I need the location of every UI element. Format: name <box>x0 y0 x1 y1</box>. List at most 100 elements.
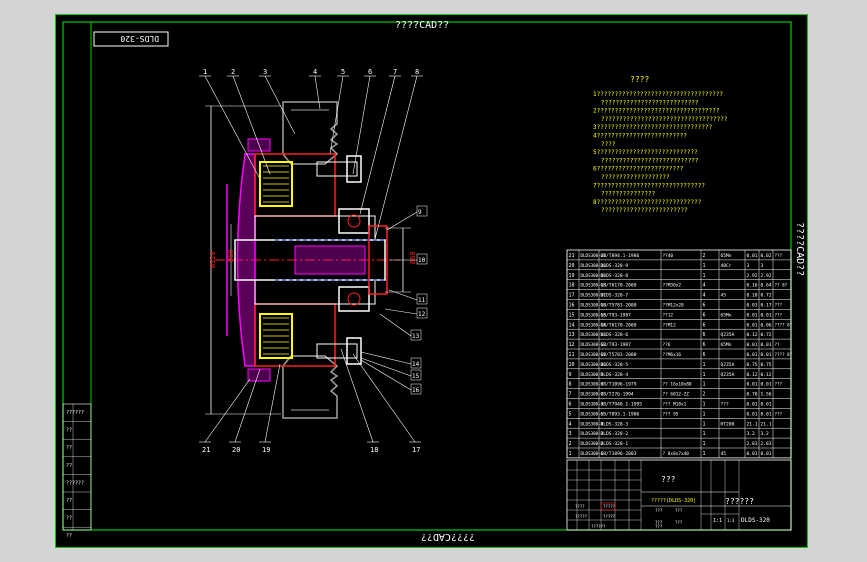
nut-lower <box>346 337 362 365</box>
bom-cell: 13 <box>569 332 575 338</box>
company: ?????? <box>725 497 754 506</box>
bom-cell: 0.17 <box>761 303 772 309</box>
bom-cell: 1 <box>703 421 706 427</box>
bom-cell: 2.92 <box>747 273 758 279</box>
bom-cell: 1 <box>703 411 706 417</box>
bom-cell: 65Mn <box>721 253 732 259</box>
callout-leader <box>204 75 261 180</box>
bom-cell: DLDS-320-2 <box>601 431 629 437</box>
ratio: 1:1 <box>713 518 722 524</box>
tb-small-text: ??? <box>675 520 683 525</box>
bom-cell: 1 <box>703 263 706 269</box>
bom-cell: 1 <box>703 402 706 408</box>
bom-cell: 0.01 <box>747 312 758 318</box>
bom-cell: ??M6x16 <box>663 352 682 358</box>
strip-label: ?????? <box>66 480 84 486</box>
bom-cell: ??? <box>775 411 783 416</box>
bom-cell: 0.12 <box>747 372 758 378</box>
callout-label: 7 <box>393 68 397 76</box>
bom-cell: 45 <box>721 451 727 457</box>
tb-small-text: 1:3 <box>727 518 735 523</box>
callout-label: 15 <box>412 373 420 380</box>
bom-cell: 0.06 <box>761 322 772 328</box>
callout-leader <box>359 75 396 215</box>
bom-cell: 0.01 <box>747 411 758 417</box>
bom-cell: ? 8x8x7x40 <box>663 451 690 457</box>
notes-line: 7?????????????????????????????? <box>593 182 705 189</box>
bom-cell: ??M12x20 <box>663 303 685 309</box>
bom-cell: 5 <box>569 411 572 417</box>
bom-cell: 0.75 <box>761 362 772 368</box>
bom-cell: 0.64 <box>761 283 772 289</box>
bom-cell: 15 <box>569 312 575 318</box>
bom-cell: GB/T893.1-1986 <box>601 411 640 417</box>
bom-cell: DLDS-320-6 <box>601 332 629 338</box>
callout-label: 14 <box>412 361 420 368</box>
bom-row: 3 DLDS300-3DLDS-320-2 1 3.2 3.2 <box>569 431 770 437</box>
strip-label: ?? <box>66 428 72 434</box>
callout-leader <box>352 353 416 443</box>
shaft-sleeve <box>254 215 376 241</box>
notes-line: ??????????????????????????? <box>601 99 699 106</box>
bom-cell: 0.16 <box>747 283 758 289</box>
assembly-name: ??? <box>661 475 676 484</box>
notes-line: ??????????????????? <box>601 174 670 181</box>
bom-cell: GB/T5783-2000 <box>601 352 637 358</box>
callout-leader <box>374 75 418 240</box>
callout-leader <box>340 348 374 443</box>
notes-line: 2?????????????????????????????????? <box>593 108 720 115</box>
bearing-ball <box>347 292 361 306</box>
bom-cell: DLDS-320-1 <box>601 441 629 447</box>
callout-label: 17 <box>412 446 420 454</box>
bom-cell: 0.02 <box>761 253 772 259</box>
bom-cell: 1 <box>703 382 706 388</box>
drawing-no: DLDS-320 <box>741 517 770 524</box>
callout-label: 21 <box>202 446 210 454</box>
bom-cell: 45 <box>721 293 727 299</box>
bearing-ball <box>347 214 361 228</box>
notes-line: ???????????????????????? <box>601 207 688 214</box>
callout-leader <box>329 75 344 155</box>
bom-cell: GB/T894.1-1986 <box>601 253 640 259</box>
bom-cell: Q235A <box>721 372 735 378</box>
bom-cell: DLDS-320-4 <box>601 372 629 378</box>
bom-cell: 0.72 <box>761 293 772 299</box>
bom-cell: 40Cr <box>721 263 732 269</box>
bom-cell: 0.72 <box>761 332 772 338</box>
bom-cell: ??M30x2 <box>663 283 682 289</box>
cad-drawing: ????CAD?? ????CAD?? ????CAD?? DLDS-320 ?… <box>55 14 808 548</box>
bom-cell: ??? M10x1 <box>663 402 687 408</box>
strip-label: ?? <box>66 516 72 522</box>
top-title: ????CAD?? <box>395 20 449 31</box>
bom-cell: 3 <box>747 263 750 269</box>
left-info-strip: ???????????????????????? <box>62 403 92 539</box>
bom-cell: 16 <box>569 303 575 309</box>
dim-right-text: Ø60 <box>409 251 417 264</box>
notes-line: 3???????????????????????????????? <box>593 124 713 131</box>
callout-leader <box>314 75 321 110</box>
bom-cell: ???? 8? <box>775 322 793 327</box>
bom-cell: 0.01 <box>747 352 758 358</box>
bom-cell: 11 <box>569 352 575 358</box>
callout-label: 18 <box>370 446 378 454</box>
bom-cell: 4 <box>703 283 706 289</box>
callout-leader <box>204 378 251 443</box>
bom-cell: ??? <box>775 253 783 258</box>
callout-label: 19 <box>262 446 270 454</box>
bom-cell: 6 <box>703 332 706 338</box>
bom-cell: GB/T93-1987 <box>601 342 632 348</box>
callout-label: 4 <box>313 68 317 76</box>
tb-small-text: ????? <box>575 514 588 519</box>
bom-cell: ??? 95 <box>663 411 679 417</box>
bom-row: 8 DLDS300-8GB/T1096-1979?? 16x10x80 1 0.01 0… <box>569 382 783 388</box>
bom-cell: ??M12 <box>663 322 677 328</box>
bom-cell: 2 <box>569 441 572 447</box>
bom-cell: DLDS-320-7 <box>601 293 629 299</box>
bom-cell: 1 <box>703 273 706 279</box>
notes-line: ??????????????????????????? <box>601 157 699 164</box>
bom-cell: DLDS-320-9 <box>601 263 629 269</box>
bom-cell: 0.01 <box>761 451 772 457</box>
right-title: ????CAD?? <box>794 222 805 276</box>
bom-cell: 9 <box>569 372 572 378</box>
bom-cell: 0.01 <box>747 382 758 388</box>
